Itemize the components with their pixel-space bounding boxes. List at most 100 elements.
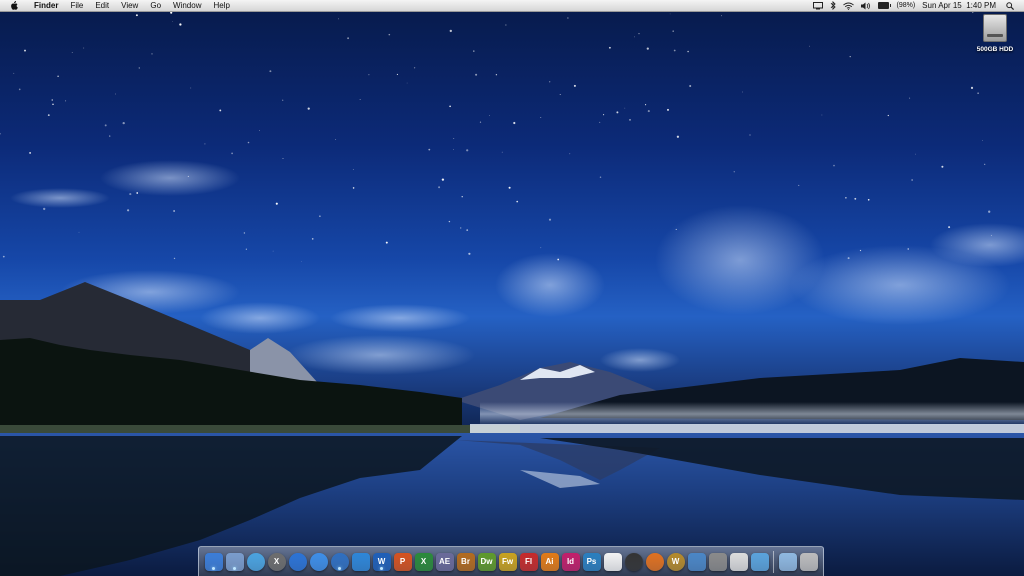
dock-item-after-effects[interactable]: AE (434, 552, 455, 571)
star (984, 163, 986, 165)
dock-item-acrobat[interactable] (602, 552, 623, 571)
menu-view[interactable]: View (115, 0, 144, 11)
clock[interactable]: Sun Apr 15 1:40 PM (922, 0, 996, 11)
star (675, 228, 677, 230)
illustrator-icon: Ai (540, 552, 559, 571)
star (720, 15, 722, 17)
dock-item-applications-folder[interactable] (777, 552, 798, 571)
dock-item-powerpoint[interactable]: P (392, 552, 413, 571)
star (307, 107, 310, 110)
star (406, 82, 408, 84)
menu-edit[interactable]: Edit (89, 0, 115, 11)
star (749, 134, 751, 136)
dock-item-safari[interactable] (245, 552, 266, 571)
dock-item-facetime[interactable] (749, 552, 770, 571)
dock-item-trash[interactable] (798, 552, 819, 571)
mail-icon (729, 552, 748, 571)
star (854, 197, 857, 200)
dock-item-crossover[interactable]: X (266, 552, 287, 571)
star (269, 70, 272, 73)
dock-item-word[interactable]: W (371, 552, 392, 571)
desktop-icon-label: 500GB HDD (976, 46, 1014, 53)
battery-percent: (98%) (896, 2, 916, 9)
star (347, 37, 350, 40)
star (569, 153, 571, 155)
star (948, 226, 951, 229)
star (557, 258, 560, 261)
star (319, 215, 321, 217)
dock-item-world-of-warcraft[interactable]: W (665, 552, 686, 571)
star (798, 184, 800, 186)
star (982, 140, 983, 141)
star (599, 121, 601, 123)
dock-item-illustrator[interactable]: Ai (539, 552, 560, 571)
volume-icon[interactable] (861, 2, 871, 10)
dock-item-fireworks[interactable]: Fw (497, 552, 518, 571)
star (2, 255, 5, 258)
dock-item-photoshop[interactable]: Ps (581, 552, 602, 571)
dock-item-bridge[interactable]: Br (455, 552, 476, 571)
bluetooth-icon[interactable] (830, 1, 837, 10)
star (71, 52, 73, 53)
dock-item-dreamweaver[interactable]: Dw (476, 552, 497, 571)
battery-icon[interactable] (878, 2, 892, 9)
after-effects-icon: AE (435, 552, 454, 571)
dock-item-burn[interactable] (644, 552, 665, 571)
star (428, 148, 431, 151)
safari-icon (246, 552, 265, 571)
star (57, 75, 59, 77)
crossover-icon: X (267, 552, 286, 571)
star (911, 179, 913, 181)
star (645, 104, 647, 106)
star (548, 218, 552, 221)
desktop[interactable]: Finder File Edit View Go Window Help (98… (0, 0, 1024, 576)
star (51, 99, 53, 101)
star (359, 99, 361, 100)
wifi-icon[interactable] (843, 2, 855, 10)
star (179, 23, 182, 26)
star (282, 157, 284, 159)
flash-icon-label: Fl (524, 557, 533, 566)
menu-help[interactable]: Help (207, 0, 235, 11)
menu-file[interactable]: File (64, 0, 89, 11)
star (624, 107, 626, 109)
dock-item-dropbox[interactable] (350, 552, 371, 571)
star (629, 119, 631, 121)
dock-item-preview[interactable] (224, 552, 245, 571)
star (24, 49, 26, 52)
facetime-icon (750, 552, 769, 571)
dock-item-indesign[interactable]: Id (560, 552, 581, 571)
desktop-icon-hdd[interactable]: 500GB HDD (972, 14, 1018, 53)
star (977, 92, 979, 94)
star (170, 12, 173, 14)
display-icon[interactable] (813, 1, 824, 10)
star (608, 46, 611, 49)
dock-item-mail[interactable] (728, 552, 749, 571)
apple-icon[interactable] (8, 0, 20, 11)
dock-item-steam[interactable] (707, 552, 728, 571)
star (396, 73, 398, 75)
dock-item-excel[interactable]: X (413, 552, 434, 571)
dock-item-app-store[interactable] (308, 552, 329, 571)
star (272, 250, 274, 252)
dock-item-network-utility[interactable] (287, 552, 308, 571)
star (275, 202, 278, 205)
dock-item-itunes[interactable] (329, 552, 350, 571)
dock-item-xcode-tools[interactable] (686, 552, 707, 571)
spotlight-search-icon[interactable] (1006, 1, 1014, 10)
running-indicator (338, 566, 341, 570)
photoshop-icon: Ps (582, 552, 601, 571)
star (473, 50, 475, 52)
running-indicator (233, 566, 236, 570)
menu-app-name[interactable]: Finder (28, 0, 64, 11)
menu-go[interactable]: Go (144, 0, 167, 11)
star (172, 21, 174, 22)
star (47, 114, 50, 117)
menu-window[interactable]: Window (167, 0, 207, 11)
dock-item-dvd-player[interactable] (623, 552, 644, 571)
star (352, 187, 355, 189)
dock-item-flash[interactable]: Fl (518, 552, 539, 571)
dock-item-finder[interactable] (203, 552, 224, 571)
dock-separator[interactable] (773, 550, 774, 573)
star (603, 114, 605, 116)
